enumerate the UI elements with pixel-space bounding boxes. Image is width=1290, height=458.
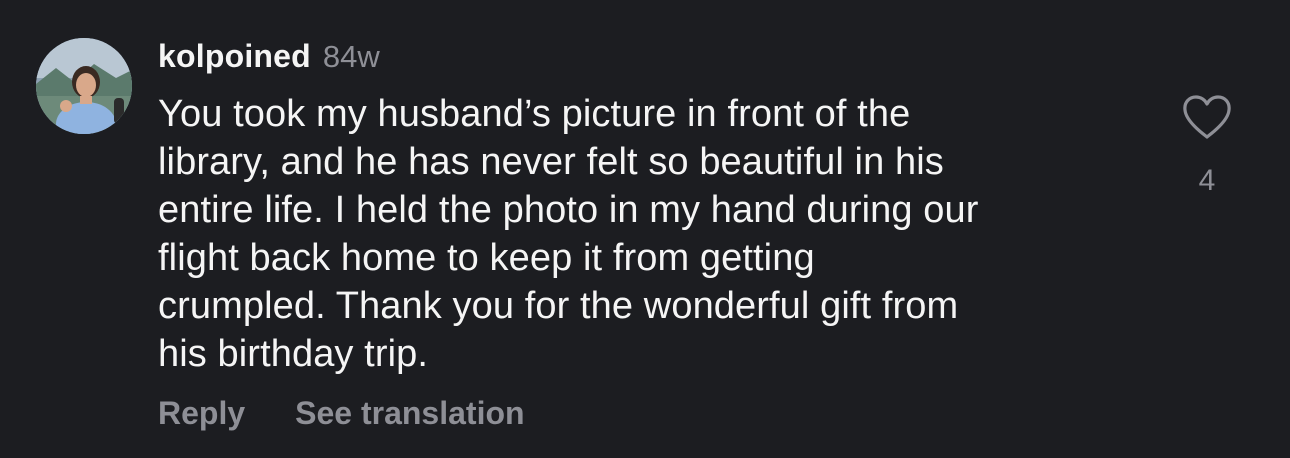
comment-header: kolpoined 84w [158,38,380,78]
avatar[interactable] [36,38,132,134]
comment-text-line: You took my husband’s picture in front o… [158,93,911,135]
avatar-photo [36,38,132,134]
heart-icon[interactable] [1182,94,1232,140]
comment-age: 84w [322,39,380,74]
comment-actions: Reply See translation [158,395,525,432]
like-area: 4 [1180,94,1234,198]
comment-text: You took my husband’s picture in front o… [158,90,1148,378]
comment-item: kolpoined 84w You took my husband’s pict… [0,0,1290,458]
see-translation-button[interactable]: See translation [295,395,524,432]
username[interactable]: kolpoined [158,38,311,75]
comment-text-line: flight back home to keep it from getting [158,237,815,279]
comment-text-line: entire life. I held the photo in my hand… [158,189,979,231]
like-count: 4 [1198,164,1216,197]
comment-text-line: his birthday trip. [158,333,429,375]
reply-button[interactable]: Reply [158,395,245,432]
comment-text-line: crumpled. Thank you for the wonderful gi… [158,285,959,327]
comment-text-line: library, and he has never felt so beauti… [158,141,944,183]
